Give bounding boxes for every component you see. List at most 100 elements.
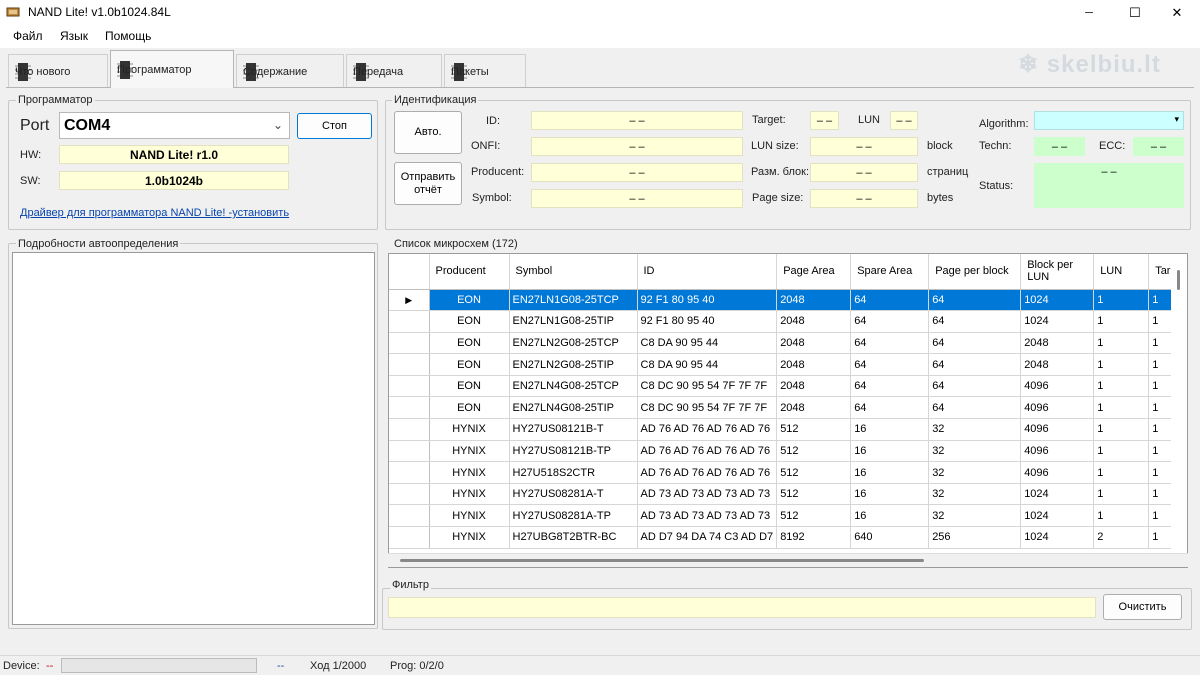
- cell-block-per-lun[interactable]: 1024: [1020, 526, 1095, 549]
- cell-symbol[interactable]: EN27LN4G08-25TIP: [509, 396, 638, 420]
- filter-input[interactable]: [388, 597, 1096, 618]
- cell-id[interactable]: AD D7 94 DA 74 C3 AD D7: [637, 526, 778, 549]
- cell-spare-area[interactable]: 16: [850, 418, 930, 441]
- col-header-spare-area[interactable]: Spare Area: [850, 254, 930, 290]
- horizontal-scrollbar[interactable]: [388, 553, 1188, 567]
- col-header-producent[interactable]: Producent: [429, 254, 510, 290]
- chip-table-row[interactable]: ▶ EON EN27LN1G08-25TCP 92 F1 80 95 40 2048 64…: [389, 289, 1180, 312]
- cell-lun[interactable]: 1: [1093, 289, 1150, 312]
- cell-page-per-block[interactable]: 32: [928, 418, 1022, 441]
- cell-page-area[interactable]: 2048: [776, 375, 852, 398]
- cell-producent[interactable]: HYNIX: [429, 440, 510, 463]
- cell-id[interactable]: AD 76 AD 76 AD 76 AD 76: [637, 440, 778, 463]
- close-button[interactable]: ✕: [1154, 0, 1200, 26]
- port-select[interactable]: COM4 ⌄: [59, 112, 290, 139]
- cell-lun[interactable]: 1: [1093, 418, 1150, 441]
- row-header[interactable]: [389, 396, 430, 420]
- tab-whats-new[interactable]: Что нового: [8, 54, 108, 88]
- row-header[interactable]: [389, 483, 430, 506]
- row-header[interactable]: [389, 375, 430, 398]
- cell-spare-area[interactable]: 64: [850, 289, 930, 312]
- tab-transfer[interactable]: Передача: [346, 54, 442, 88]
- cell-producent[interactable]: EON: [429, 375, 510, 398]
- cell-page-per-block[interactable]: 256: [928, 526, 1022, 549]
- cell-page-area[interactable]: 2048: [776, 396, 852, 420]
- menu-help[interactable]: Помощь: [105, 29, 151, 43]
- cell-symbol[interactable]: H27UBG8T2BTR-BC: [509, 526, 638, 549]
- col-header-lun[interactable]: LUN: [1093, 254, 1150, 290]
- menu-language[interactable]: Язык: [60, 29, 88, 43]
- cell-producent[interactable]: EON: [429, 353, 510, 376]
- minimize-button[interactable]: ─: [1066, 0, 1112, 26]
- col-header-id[interactable]: ID: [637, 254, 778, 290]
- cell-page-area[interactable]: 8192: [776, 526, 852, 549]
- cell-id[interactable]: 92 F1 80 95 40: [637, 289, 778, 312]
- cell-producent[interactable]: HYNIX: [429, 526, 510, 549]
- cell-lun[interactable]: 1: [1093, 310, 1150, 333]
- cell-producent[interactable]: EON: [429, 289, 510, 312]
- cell-id[interactable]: C8 DA 90 95 44: [637, 332, 778, 355]
- cell-spare-area[interactable]: 16: [850, 461, 930, 484]
- cell-lun[interactable]: 1: [1093, 440, 1150, 463]
- cell-producent[interactable]: HYNIX: [429, 483, 510, 506]
- cell-spare-area[interactable]: 640: [850, 526, 930, 549]
- menu-file[interactable]: Файл: [13, 29, 43, 43]
- cell-producent[interactable]: HYNIX: [429, 418, 510, 441]
- cell-page-per-block[interactable]: 64: [928, 310, 1022, 333]
- cell-spare-area[interactable]: 64: [850, 396, 930, 420]
- row-header[interactable]: [389, 310, 430, 333]
- cell-block-per-lun[interactable]: 4096: [1020, 440, 1095, 463]
- chip-table-row[interactable]: HYNIX HY27US08121B-T AD 76 AD 76 AD 76 AD …: [389, 418, 1180, 441]
- cell-lun[interactable]: 1: [1093, 483, 1150, 506]
- cell-page-per-block[interactable]: 32: [928, 440, 1022, 463]
- cell-spare-area[interactable]: 16: [850, 440, 930, 463]
- cell-block-per-lun[interactable]: 2048: [1020, 353, 1095, 376]
- cell-symbol[interactable]: HY27US08281A-T: [509, 483, 638, 506]
- row-header[interactable]: [389, 440, 430, 463]
- cell-id[interactable]: C8 DA 90 95 44: [637, 353, 778, 376]
- horizontal-scroll-thumb[interactable]: [400, 559, 924, 562]
- cell-symbol[interactable]: EN27LN1G08-25TIP: [509, 310, 638, 333]
- algorithm-select[interactable]: ▾: [1034, 111, 1184, 130]
- cell-page-per-block[interactable]: 32: [928, 504, 1022, 528]
- cell-page-area[interactable]: 512: [776, 418, 852, 441]
- cell-page-per-block[interactable]: 64: [928, 375, 1022, 398]
- cell-page-area[interactable]: 2048: [776, 353, 852, 376]
- cell-id[interactable]: AD 73 AD 73 AD 73 AD 73: [637, 504, 778, 528]
- chip-table-row[interactable]: EON EN27LN2G08-25TIP C8 DA 90 95 44 2048 64 6…: [389, 353, 1180, 376]
- tab-programmer[interactable]: Программатор: [110, 50, 234, 88]
- vertical-scrollbar[interactable]: [1171, 254, 1187, 554]
- row-header[interactable]: ▶: [389, 289, 430, 312]
- cell-block-per-lun[interactable]: 4096: [1020, 375, 1095, 398]
- cell-producent[interactable]: EON: [429, 332, 510, 355]
- cell-block-per-lun[interactable]: 2048: [1020, 332, 1095, 355]
- cell-producent[interactable]: EON: [429, 396, 510, 420]
- cell-spare-area[interactable]: 64: [850, 353, 930, 376]
- cell-lun[interactable]: 1: [1093, 461, 1150, 484]
- col-header-page-per-block[interactable]: Page per block: [928, 254, 1022, 290]
- cell-symbol[interactable]: HY27US08121B-TP: [509, 440, 638, 463]
- cell-spare-area[interactable]: 16: [850, 504, 930, 528]
- cell-page-area[interactable]: 512: [776, 504, 852, 528]
- maximize-button[interactable]: ☐: [1112, 0, 1158, 26]
- chip-table-row[interactable]: HYNIX HY27US08281A-T AD 73 AD 73 AD 73 AD …: [389, 483, 1180, 506]
- row-header[interactable]: [389, 504, 430, 528]
- cell-id[interactable]: AD 73 AD 73 AD 73 AD 73: [637, 483, 778, 506]
- cell-id[interactable]: C8 DC 90 95 54 7F 7F 7F: [637, 375, 778, 398]
- row-header[interactable]: [389, 353, 430, 376]
- cell-page-per-block[interactable]: 64: [928, 396, 1022, 420]
- cell-page-area[interactable]: 2048: [776, 310, 852, 333]
- cell-block-per-lun[interactable]: 1024: [1020, 289, 1095, 312]
- cell-page-per-block[interactable]: 32: [928, 461, 1022, 484]
- autodetect-details-text[interactable]: [12, 252, 375, 625]
- cell-id[interactable]: AD 76 AD 76 AD 76 AD 76: [637, 461, 778, 484]
- cell-page-area[interactable]: 512: [776, 461, 852, 484]
- row-header[interactable]: [389, 461, 430, 484]
- driver-install-link[interactable]: Драйвер для программатора NAND Lite! -ус…: [20, 207, 289, 219]
- tab-packets[interactable]: Пакеты: [444, 54, 526, 88]
- tab-contents[interactable]: Содержание: [236, 54, 344, 88]
- cell-id[interactable]: AD 76 AD 76 AD 76 AD 76: [637, 418, 778, 441]
- chip-table-row[interactable]: EON EN27LN2G08-25TCP C8 DA 90 95 44 2048 64 6…: [389, 332, 1180, 355]
- chip-table-row[interactable]: EON EN27LN1G08-25TIP 92 F1 80 95 40 2048 64 6…: [389, 310, 1180, 333]
- cell-spare-area[interactable]: 64: [850, 332, 930, 355]
